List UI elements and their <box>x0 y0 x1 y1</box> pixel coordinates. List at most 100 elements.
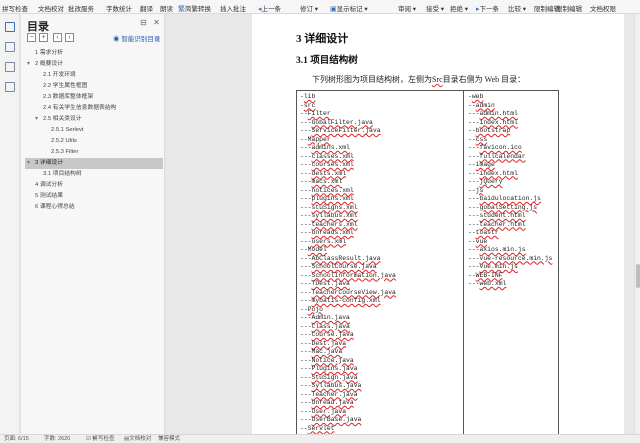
tree-line: ---notices.xml <box>300 186 354 194</box>
toc-item[interactable]: 2.5.3 Filter <box>43 147 163 158</box>
navigation-pane: 目录 ⊟ ✕ − + ‹ › ◉ 智能识别目录 1 需求分析 ▾ 2 概要设计 2… <box>21 14 165 434</box>
web-tree-column: -web --admin ---admin.html ---index.html --b… <box>468 93 552 289</box>
nav-title: 目录 <box>27 21 49 33</box>
tree-line: ---baidulocation.js <box>468 195 541 202</box>
tree-line: --Servlet <box>300 424 335 432</box>
tree-line: -lib <box>300 93 316 100</box>
chevron-down-icon[interactable]: ▾ <box>27 158 35 169</box>
chevron-down-icon[interactable]: ▾ <box>35 114 43 125</box>
translate-button[interactable]: 翻译 <box>140 3 153 13</box>
tree-line: ---teacher.html <box>468 220 526 228</box>
tree-line: ---TeacherCourseView.java <box>300 288 396 296</box>
chevron-down-icon[interactable]: ▾ <box>27 59 35 70</box>
tree-line: ---jQuery <box>468 178 503 185</box>
read-aloud-button[interactable]: 朗读 <box>160 3 173 13</box>
collapse-all-icon[interactable]: − <box>27 33 36 42</box>
tree-line: ---fullcalendar <box>468 152 526 160</box>
tree-line: ---teachers.xml <box>300 220 358 228</box>
toc-item-selected[interactable]: ▾ 3 详细设计 <box>25 158 163 169</box>
move-down-icon[interactable]: › <box>65 33 74 42</box>
toc-item[interactable]: 5 测试结果 <box>27 191 163 202</box>
spell-check-status[interactable]: ☑ 拼写检查 ▾ <box>86 435 114 443</box>
bookmark-panel-icon[interactable] <box>5 42 15 52</box>
tree-line: ---GobalFilter.java <box>300 118 373 126</box>
move-up-icon[interactable]: ‹ <box>53 33 62 42</box>
reject-button[interactable]: 拒绝 ▾ <box>450 3 468 13</box>
close-icon[interactable]: ✕ <box>152 18 161 27</box>
heading-project-tree: 3.1 项目结构树 <box>296 56 358 66</box>
spell-check-button[interactable]: 拼写检查 <box>2 3 28 13</box>
toc-item[interactable]: 3.1 项目结构树 <box>35 169 163 180</box>
toc-item[interactable]: 2.3 数据库整体框架 <box>35 92 163 103</box>
find-panel-icon[interactable] <box>5 82 15 92</box>
scroll-thumb[interactable] <box>636 264 640 288</box>
review-button[interactable]: 审阅 ▾ <box>398 3 416 13</box>
tree-line: ---Course.java <box>300 331 354 338</box>
word-count[interactable]: 字数: 2620 <box>44 435 70 443</box>
tree-line: ---index.html <box>468 169 518 177</box>
tree-line: --image <box>468 161 495 168</box>
convert-button[interactable]: 繁简繁转换 <box>178 3 211 14</box>
restrict-edit-button-2[interactable]: 限制编辑 <box>556 3 582 13</box>
tree-line: -web <box>468 93 484 100</box>
expand-all-icon[interactable]: + <box>39 33 48 42</box>
tree-line: ---favicon.ico <box>468 144 522 151</box>
show-markup-button[interactable]: ▣显示标记 ▾ <box>330 3 368 13</box>
tree-line: ---classes.xml <box>300 152 354 160</box>
thumbnail-panel-icon[interactable] <box>5 62 15 72</box>
correction-service-button[interactable]: 批改服务 <box>68 3 94 13</box>
tree-line: --bootstrap <box>468 127 511 134</box>
proof-status[interactable]: ▤ 文档校对 <box>124 435 151 443</box>
toc-item[interactable]: 2.5.1 Serlevt <box>43 125 163 136</box>
doc-permission-button[interactable]: 文档权限 <box>590 3 616 13</box>
tree-line: ---student.html <box>468 212 526 219</box>
tree-line: ---Plugins.java <box>300 365 358 372</box>
prev-comment-button[interactable]: ◂上一条 <box>258 3 281 13</box>
tree-line: ---mybatis-config.xml <box>300 297 381 304</box>
tree-line: ---index.html <box>468 118 518 126</box>
insert-comment-button[interactable]: 插入批注 <box>220 3 246 13</box>
toc-item[interactable]: ▾ 2 概要设计 <box>27 59 163 70</box>
tree-line: ---Mac.java <box>300 348 343 355</box>
track-changes-button[interactable]: 修订 ▾ <box>300 3 318 13</box>
tree-line: ---Teacher.java <box>300 390 358 398</box>
tree-line: ---StuSign.java <box>300 373 358 381</box>
tree-line: --admin <box>468 101 495 109</box>
tree-line: ---plugins.xml <box>300 195 354 202</box>
tree-line: --Pojo <box>300 305 324 313</box>
toc-item[interactable]: 2.1 开发环境 <box>35 70 163 81</box>
toc-item[interactable]: 1 需求分析 <box>27 48 163 59</box>
document-page[interactable]: 3 详细设计 3.1 项目结构树 下列树形图为项目结构树，左侧为Src目录右侧为… <box>252 14 624 434</box>
tree-line: -src <box>300 101 316 109</box>
toc-item[interactable]: 2.2 学生属性框图 <box>35 81 163 92</box>
toc-item[interactable]: 6 课程心得总结 <box>27 202 163 213</box>
toc-item[interactable]: 4 调试分析 <box>27 180 163 191</box>
page-indicator[interactable]: 页面: 6/15 <box>4 435 29 443</box>
src-tree-column: -lib -src --Filter ---GobalFilter.java ---Se… <box>300 93 396 433</box>
tree-line: --vue <box>468 237 488 245</box>
tree-line: --Mapper <box>300 135 331 143</box>
tree-line: ---web.xml <box>468 280 507 287</box>
word-count-button[interactable]: 字数统计 <box>106 3 132 13</box>
accept-button[interactable]: 接受 ▾ <box>426 3 444 13</box>
tree-line: ---unreads.xml <box>300 229 354 236</box>
tree-line: ---Admin.java <box>300 314 350 321</box>
tree-line: ---vue.min.js <box>468 263 518 270</box>
vertical-scrollbar[interactable] <box>634 14 640 434</box>
smart-toc-button[interactable]: ◉ 智能识别目录 <box>113 33 160 43</box>
doc-proof-button[interactable]: 文档校对 <box>38 3 64 13</box>
next-change-button[interactable]: ▸下一条 <box>476 3 499 13</box>
tree-line: ---stuSigns.xml <box>300 203 358 211</box>
compat-mode: 兼容模式 <box>158 436 181 442</box>
toc-item[interactable]: 2.5.2 Utils <box>43 136 163 147</box>
toc-panel-icon[interactable] <box>5 22 15 32</box>
pin-icon[interactable]: ⊟ <box>139 18 148 27</box>
tree-line: ---gobalSetting.js <box>468 203 538 211</box>
tree-line: ---Dest.java <box>300 339 347 347</box>
compare-button[interactable]: 比较 ▾ <box>508 3 526 13</box>
tree-line: ---Unread.java <box>300 399 354 406</box>
toc-item[interactable]: 2.4 有关学生信息数据表结构 <box>35 103 163 114</box>
tree-line: ---TDest.java <box>300 280 350 287</box>
tree-line: ---Notice.java <box>300 356 354 364</box>
toc-item[interactable]: ▾ 2.5 相关类设计 <box>35 114 163 125</box>
